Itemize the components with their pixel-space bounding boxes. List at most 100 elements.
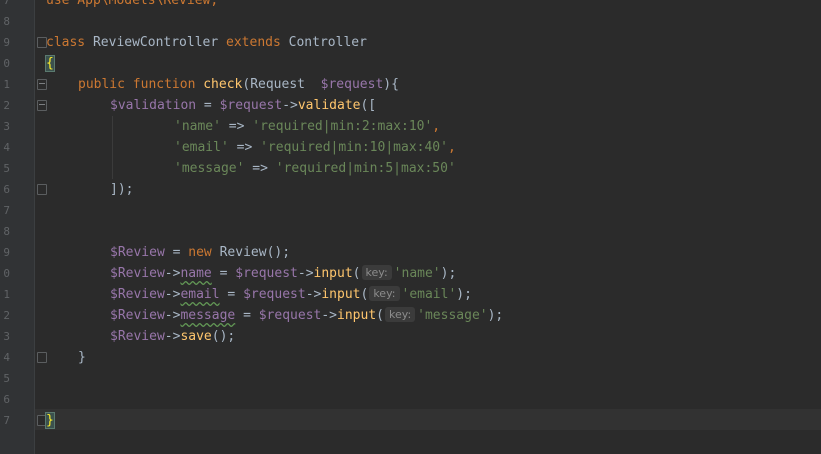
code-line: public function check(Request $request){ (78, 74, 821, 95)
code-token: ([ (360, 98, 377, 113)
code-token: , (432, 119, 441, 134)
code-token: 'message' (417, 308, 488, 323)
code-line: } (78, 347, 821, 368)
code-token: ); (440, 266, 457, 281)
line-number: 5 (3, 372, 10, 385)
code-token: 'required|min:2:max:10' (252, 119, 433, 134)
code-token: Controller (288, 35, 367, 50)
code-token: ); (456, 287, 472, 302)
code-token: validate (297, 98, 361, 113)
line-number: 0 (3, 267, 10, 280)
code-token: => (220, 119, 253, 134)
line-number: 3 (3, 330, 10, 343)
code-token: -> (321, 308, 338, 323)
code-token: (Request (242, 77, 321, 92)
code-token: extends (226, 35, 289, 50)
code-token: $Review (110, 308, 165, 323)
code-line: $validation = $request->validate([ (110, 95, 821, 116)
code-token: -> (282, 98, 298, 113)
line-number: 6 (3, 393, 10, 406)
line-number: 8 (3, 225, 10, 238)
code-token: = (235, 308, 259, 323)
code-token: Review (219, 245, 267, 260)
code-token: -> (305, 287, 322, 302)
code-line: 'name' => 'required|min:2:max:10', (174, 116, 821, 137)
line-number: 6 (3, 183, 10, 196)
code-token: $Review (110, 329, 165, 344)
code-token: 'required|min:10|max:40' (260, 140, 448, 155)
line-number-gutter: 7 8 9 0 1 2 3 4 5 6 7 8 9 0 1 2 3 4 5 6 … (0, 0, 35, 454)
line-number: 5 (3, 162, 10, 175)
code-token: } (45, 412, 55, 429)
code-token: name (180, 266, 212, 281)
code-token: -> (164, 266, 181, 281)
code-line: 'message' => 'required|min:5|max:50' (174, 158, 821, 179)
parameter-hint: key: (361, 265, 392, 280)
code-line: $Review->save(); (110, 326, 821, 347)
code-token: = (211, 266, 236, 281)
code-token: = (196, 98, 220, 113)
code-token: $Review (110, 287, 165, 302)
code-token: $validation (110, 98, 197, 113)
code-line: $Review->name = $request->input(key:'nam… (110, 263, 821, 284)
code-token: ); (487, 308, 504, 323)
code-line: ]); (110, 179, 821, 200)
code-token: new (188, 245, 220, 260)
line-number: 7 (3, 0, 10, 7)
code-token: (); (266, 245, 291, 260)
code-token: -> (164, 308, 181, 323)
line-number: 3 (3, 120, 10, 133)
code-editor[interactable]: 7 8 9 0 1 2 3 4 5 6 7 8 9 0 1 2 3 4 5 6 … (0, 0, 821, 454)
line-number: 1 (3, 78, 10, 91)
code-token: = (164, 245, 189, 260)
code-token: , (447, 140, 456, 155)
code-line: use App\Models\Review; (46, 0, 821, 11)
code-token: $request (219, 98, 283, 113)
code-line: $Review->message = $request->input(key: '… (110, 305, 821, 326)
line-number: 7 (3, 414, 10, 427)
code-token: 'required|min:5|max:50' (275, 161, 456, 176)
code-token: input (313, 266, 353, 281)
code-token: => (228, 140, 261, 155)
code-token: $request (320, 77, 384, 92)
code-token: -> (297, 266, 314, 281)
code-token: ReviewController (92, 35, 227, 50)
code-line: $Review = new Review(); (110, 242, 821, 263)
code-token: $request (235, 266, 298, 281)
code-area[interactable]: use App\Models\Review; class ReviewContr… (45, 0, 821, 454)
code-token: input (337, 308, 377, 323)
code-token: $Review (110, 266, 165, 281)
code-token: class (46, 35, 93, 50)
line-number: 4 (3, 351, 10, 364)
line-number: 4 (3, 141, 10, 154)
code-token: 'email' (401, 287, 457, 302)
parameter-hint: key: (384, 307, 416, 322)
code-line: { (45, 53, 821, 74)
line-number: 2 (3, 309, 10, 322)
code-token: 'name' (174, 119, 221, 134)
code-token: use App\Models\Review; (46, 0, 219, 8)
code-token: input (321, 287, 361, 302)
code-token: 'email' (174, 140, 229, 155)
line-number: 9 (3, 246, 10, 259)
code-line: 'email' => 'required|min:10|max:40', (174, 137, 821, 158)
code-token: -> (164, 329, 181, 344)
parameter-hint: key: (369, 286, 400, 301)
code-token: => (244, 161, 276, 176)
code-token: ){ (383, 77, 399, 92)
code-line: $Review->email = $request->input(key:'em… (110, 284, 821, 305)
text-caret (53, 412, 55, 427)
line-number: 0 (3, 57, 10, 70)
code-token: $request (258, 308, 322, 323)
line-number: 8 (3, 15, 10, 28)
code-token: save (180, 329, 212, 344)
code-token: 'message' (174, 161, 245, 176)
line-number: 2 (3, 99, 10, 112)
code-token: ( (352, 266, 361, 281)
line-number: 1 (3, 288, 10, 301)
code-token: email (180, 287, 220, 302)
code-token: message (180, 308, 236, 323)
code-token: 'name' (393, 266, 441, 281)
code-token: $request (243, 287, 306, 302)
code-token: $Review (110, 245, 165, 260)
